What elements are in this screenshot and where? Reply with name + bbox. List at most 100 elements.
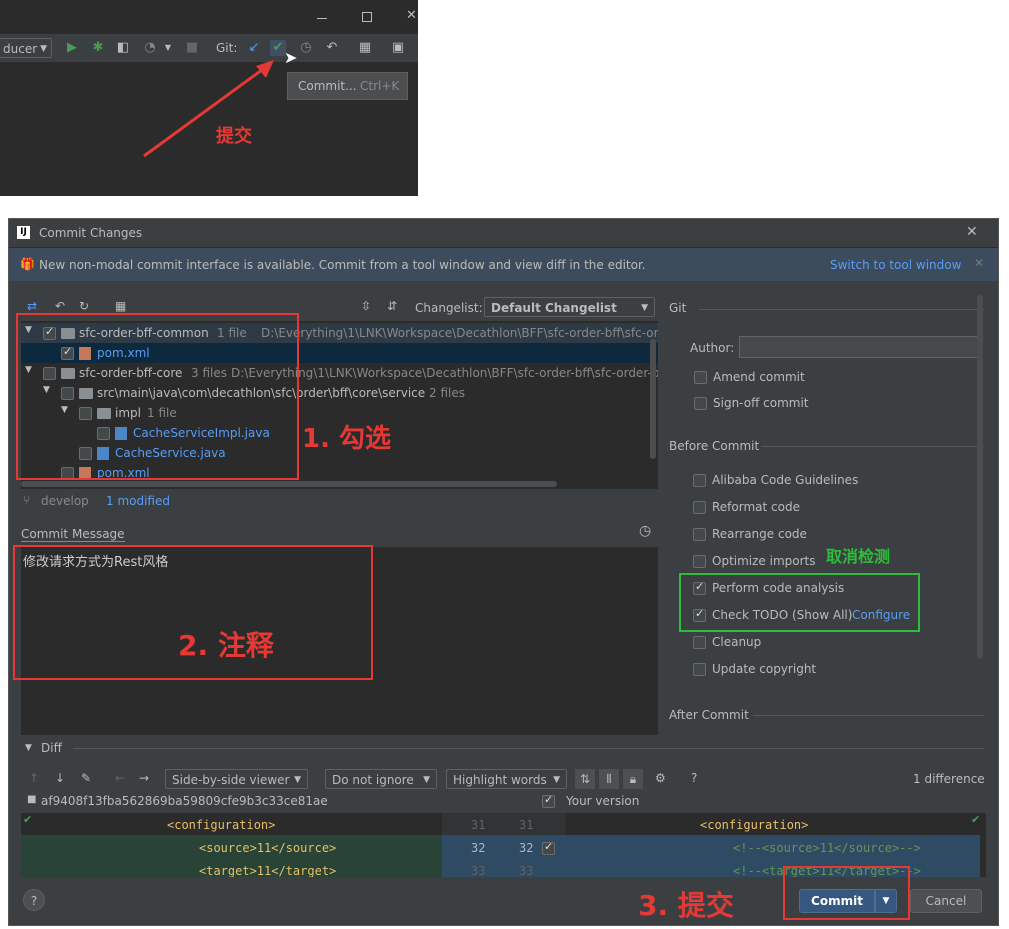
- highlight-select[interactable]: Highlight words ▼: [446, 769, 567, 789]
- tree-item-path: D:\Everything\1\LNK\Workspace\Decathlon\…: [261, 326, 658, 340]
- notification-banner: 🎁 New non-modal commit interface is avai…: [9, 248, 998, 281]
- diff-line-checkbox[interactable]: [542, 840, 555, 855]
- chevron-down-icon: ▼: [641, 303, 648, 313]
- viewer-select[interactable]: Side-by-side viewer ▼: [165, 769, 308, 789]
- next-diff-icon[interactable]: ↓: [55, 771, 65, 785]
- message-history-icon[interactable]: ◷: [639, 523, 651, 539]
- option-label: Update copyright: [712, 662, 817, 676]
- options-scrollbar[interactable]: [977, 295, 983, 659]
- signoff-commit-label: Sign-off commit: [713, 396, 809, 410]
- option-checkbox[interactable]: [693, 636, 706, 649]
- changelist-value: Default Changelist: [491, 301, 617, 315]
- option-checkbox[interactable]: [693, 663, 706, 676]
- diff-left-line: <target>11</target>: [199, 864, 337, 877]
- before-commit-title: Before Commit: [669, 439, 760, 453]
- group-by-icon[interactable]: ▦: [115, 299, 126, 313]
- section-divider: [699, 309, 984, 310]
- section-divider: [761, 446, 984, 447]
- option-label: Rearrange code: [712, 527, 807, 541]
- amend-commit-label: Amend commit: [713, 370, 805, 384]
- align-icon[interactable]: ⇅: [575, 769, 595, 789]
- diff-line-number: 31: [471, 818, 486, 832]
- columns-icon[interactable]: ⫴: [599, 769, 619, 789]
- option-checkbox[interactable]: [693, 501, 706, 514]
- close-banner-icon[interactable]: ✕: [974, 256, 984, 270]
- help-button[interactable]: ?: [23, 889, 45, 911]
- settings-gear-icon[interactable]: ⚙: [655, 771, 666, 785]
- help-icon[interactable]: ?: [691, 771, 697, 785]
- dialog-title: Commit Changes: [39, 226, 143, 240]
- option-checkbox[interactable]: [693, 555, 706, 568]
- intellij-logo-icon: IJ: [17, 226, 30, 239]
- lock-icon[interactable]: 🔒︎: [623, 769, 643, 789]
- cancel-button[interactable]: Cancel: [910, 889, 982, 913]
- diff-left-line: <source>11</source>: [199, 841, 337, 855]
- gift-icon: 🎁: [20, 257, 35, 271]
- annotation-arrow: [143, 60, 274, 158]
- annotation-box-uncheck: [679, 573, 920, 632]
- section-divider: [73, 748, 984, 749]
- prev-diff-icon[interactable]: ↑: [29, 771, 39, 785]
- your-version-checkbox[interactable]: [542, 793, 555, 808]
- section-divider: [753, 715, 984, 716]
- check-ok-icon: ✔: [23, 813, 33, 826]
- chevron-down-icon: ▼: [294, 775, 301, 785]
- back-icon[interactable]: ←: [115, 771, 125, 785]
- option-label: Reformat code: [712, 500, 800, 514]
- forward-icon[interactable]: →: [139, 771, 149, 785]
- chevron-down-icon: ▼: [553, 775, 560, 785]
- branch-icon: ⑂: [23, 493, 31, 507]
- help-button-label: ?: [30, 894, 38, 908]
- check-ok-icon: ✔: [971, 813, 981, 826]
- changelist-select[interactable]: Default Changelist ▼: [484, 297, 655, 317]
- ignore-value: Do not ignore: [332, 773, 414, 787]
- diff-line-number: 31: [519, 818, 534, 832]
- annotation-uncheck: 取消检测: [826, 547, 891, 566]
- diff-left-line: <configuration>: [167, 818, 276, 832]
- option-label: Alibaba Code Guidelines: [712, 473, 859, 487]
- tree-scrollbar[interactable]: [21, 481, 557, 487]
- lock-small-icon: ■: [27, 794, 37, 805]
- dialog-title-bar: IJ Commit Changes ✕: [9, 219, 998, 248]
- annotation-select: 1. 勾选: [302, 424, 392, 454]
- branch-name: develop: [41, 494, 89, 508]
- diff-right-line: <!--<source>11</source>-->: [733, 841, 921, 855]
- annotation-comment: 2. 注释: [178, 629, 274, 662]
- move-icon[interactable]: ⇄: [27, 299, 37, 313]
- diff-line-number: 33: [519, 864, 534, 877]
- diff-line-number: 32: [471, 841, 486, 855]
- option-label: Cleanup: [712, 635, 762, 649]
- commit-message-label: Commit Message: [21, 527, 125, 542]
- annotation-submit: 3. 提交: [638, 889, 734, 922]
- tree-item-meta: 2 files: [429, 386, 465, 400]
- refresh-icon[interactable]: ↻: [79, 299, 89, 313]
- tree-vertical-scrollbar[interactable]: [650, 339, 656, 459]
- rollback-icon[interactable]: ↶: [55, 299, 65, 313]
- author-label: Author:: [690, 341, 735, 355]
- signoff-commit-checkbox[interactable]: [694, 397, 707, 410]
- option-checkbox[interactable]: [693, 474, 706, 487]
- option-checkbox[interactable]: [693, 528, 706, 541]
- toolbar-screenshot: ✕ ducer ▼ ▶ ✱ ◧ ◔ ▼ ■ Git: ↙ ✔ ◷ ↶ ▦ ▣ ➤…: [0, 0, 418, 196]
- switch-to-tool-window-link[interactable]: Switch to tool window: [830, 258, 961, 272]
- after-commit-title: After Commit: [669, 708, 749, 722]
- amend-commit-checkbox[interactable]: [694, 371, 707, 384]
- ignore-select[interactable]: Do not ignore ▼: [325, 769, 437, 789]
- close-dialog-icon[interactable]: ✕: [966, 224, 978, 240]
- cancel-button-label: Cancel: [925, 894, 967, 908]
- git-section-title: Git: [669, 301, 687, 315]
- collapse-arrow-icon[interactable]: ▼: [25, 743, 32, 753]
- highlight-value: Highlight words: [453, 773, 547, 787]
- expand-all-icon[interactable]: ⇳: [361, 299, 371, 313]
- diff-line-number: 32: [519, 841, 534, 855]
- annotation-box-select: [16, 313, 299, 480]
- diff-label: Diff: [41, 741, 62, 755]
- option-label: Optimize imports: [712, 554, 816, 568]
- collapse-all-icon[interactable]: ⇵: [387, 299, 397, 313]
- author-input[interactable]: [739, 336, 979, 358]
- edit-source-icon[interactable]: ✎: [81, 771, 91, 785]
- revision-hash: af9408f13fba562869ba59809cfe9b3c33ce81ae: [41, 794, 328, 808]
- modified-count-link[interactable]: 1 modified: [106, 494, 170, 508]
- annotation-box-submit: [783, 866, 910, 920]
- chevron-down-icon: ▼: [423, 775, 430, 785]
